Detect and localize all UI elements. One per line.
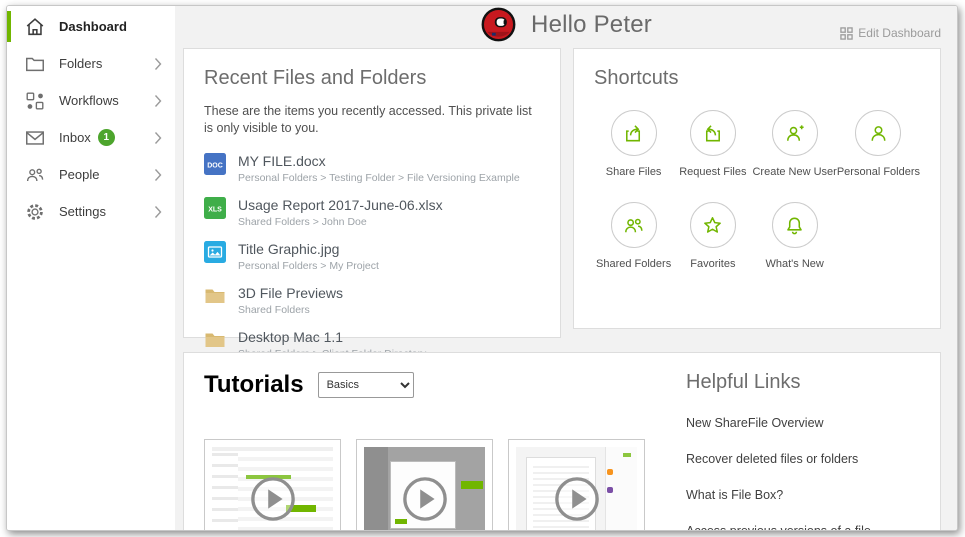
- shortcut-label: Favorites: [690, 258, 736, 270]
- shortcut-favorites[interactable]: Favorites: [673, 202, 752, 270]
- shortcut-personal-folders[interactable]: Personal Folders: [837, 110, 920, 178]
- sidebar-item-label: Inbox: [59, 130, 91, 145]
- workflow-icon: [24, 90, 46, 112]
- shortcuts-title: Shortcuts: [594, 67, 679, 89]
- user-avatar: [480, 6, 517, 43]
- chevron-right-icon: [154, 94, 163, 108]
- shortcut-shared-folders[interactable]: Shared Folders: [594, 202, 673, 270]
- helpful-link[interactable]: Access previous versions of a file: [686, 524, 920, 530]
- tutorials-panel: Tutorials Basics Helpful Links New Share…: [183, 352, 941, 530]
- xls-badge: XLS: [208, 206, 222, 213]
- tutorial-video-2[interactable]: 2:15: [356, 439, 493, 530]
- helpful-links-title: Helpful Links: [686, 371, 801, 393]
- xls-file-icon: XLS: [204, 196, 226, 219]
- recent-files-card: Recent Files and Folders These are the i…: [183, 48, 561, 360]
- shortcut-label: Shared Folders: [596, 258, 672, 270]
- play-icon[interactable]: [554, 476, 600, 522]
- folder-icon: [24, 53, 46, 75]
- file-path: Personal Folders > Testing Folder > File…: [238, 171, 520, 184]
- shortcut-label: Share Files: [605, 166, 662, 178]
- sidebar-item-label: Dashboard: [59, 19, 127, 34]
- sidebar-item-settings[interactable]: Settings: [7, 193, 175, 230]
- shortcut-label: Personal Folders: [836, 166, 920, 178]
- gear-icon: [24, 201, 46, 223]
- share-icon: [610, 110, 657, 156]
- bell-icon: [771, 202, 818, 248]
- shortcut-create-new-user[interactable]: Create New User: [752, 110, 837, 178]
- request-icon: [689, 110, 736, 156]
- shortcut-request-files[interactable]: Request Files: [673, 110, 752, 178]
- file-name[interactable]: Desktop Mac 1.1: [238, 329, 426, 345]
- folder-icon: [204, 329, 226, 351]
- people-icon: [24, 164, 46, 186]
- recent-file-row[interactable]: Title Graphic.jpg Personal Folders > My …: [204, 240, 540, 273]
- chevron-right-icon: [154, 57, 163, 71]
- file-name[interactable]: Title Graphic.jpg: [238, 241, 379, 257]
- star-icon: [689, 202, 736, 248]
- edit-dashboard-button[interactable]: Edit Dashboard: [840, 26, 941, 40]
- play-icon[interactable]: [250, 476, 296, 522]
- shortcut-whats-new[interactable]: What's New: [752, 202, 836, 270]
- shortcut-share-files[interactable]: Share Files: [594, 110, 673, 178]
- tutorial-video-1[interactable]: 2:24: [204, 439, 341, 530]
- recent-file-row[interactable]: XLS Usage Report 2017-June-06.xlsx Share…: [204, 196, 540, 228]
- shortcut-label: Create New User: [752, 166, 837, 178]
- chevron-right-icon: [154, 205, 163, 219]
- helpful-link[interactable]: New ShareFile Overview: [686, 416, 920, 430]
- user-plus-icon: [771, 110, 818, 156]
- tutorial-video-3[interactable]: 1:32: [508, 439, 645, 530]
- sidebar: Dashboard Folders Workflows Inbox 1 Peop…: [7, 6, 175, 530]
- recent-file-row[interactable]: DOC MY FILE.docx Personal Folders > Test…: [204, 152, 540, 184]
- sidebar-item-label: Settings: [59, 204, 106, 219]
- sidebar-item-inbox[interactable]: Inbox 1: [7, 119, 175, 156]
- play-icon[interactable]: [402, 476, 448, 522]
- envelope-icon: [24, 127, 46, 149]
- shortcuts-card: Shortcuts Share Files Request Files Crea…: [573, 48, 941, 329]
- sidebar-item-label: Workflows: [59, 93, 119, 108]
- file-path: Personal Folders > My Project: [238, 260, 379, 273]
- doc-file-icon: DOC: [204, 152, 226, 175]
- users-icon: [610, 202, 657, 248]
- user-icon: [855, 110, 902, 156]
- sidebar-item-dashboard[interactable]: Dashboard: [7, 8, 175, 45]
- app-window: Dashboard Folders Workflows Inbox 1 Peop…: [6, 5, 958, 531]
- shortcut-label: Request Files: [679, 166, 747, 178]
- tutorials-title: Tutorials: [204, 371, 304, 398]
- inbox-count-badge: 1: [97, 129, 115, 146]
- sidebar-item-label: Folders: [59, 56, 103, 71]
- sidebar-item-people[interactable]: People: [7, 156, 175, 193]
- recent-files-title: Recent Files and Folders: [204, 67, 427, 89]
- shortcut-label: What's New: [765, 258, 824, 270]
- file-name[interactable]: Usage Report 2017-June-06.xlsx: [238, 197, 443, 213]
- file-name[interactable]: 3D File Previews: [238, 285, 343, 301]
- chevron-right-icon: [154, 168, 163, 182]
- doc-badge: DOC: [207, 162, 223, 169]
- sidebar-item-workflows[interactable]: Workflows: [7, 82, 175, 119]
- helpful-links-section: Helpful Links New ShareFile Overview Rec…: [678, 371, 920, 530]
- main-content: Hello Peter Edit Dashboard Recent Files …: [175, 6, 957, 530]
- file-path: Shared Folders: [238, 304, 310, 317]
- greeting-text: Hello Peter: [531, 10, 652, 38]
- recent-folder-row[interactable]: 3D File Previews Shared Folders: [204, 285, 540, 316]
- sidebar-item-label: People: [59, 167, 100, 182]
- file-name[interactable]: MY FILE.docx: [238, 153, 520, 169]
- chevron-right-icon: [154, 131, 163, 145]
- helpful-link[interactable]: Recover deleted files or folders: [686, 452, 920, 466]
- image-file-icon: [204, 240, 226, 263]
- helpful-link[interactable]: What is File Box?: [686, 488, 920, 502]
- folder-icon: [204, 285, 226, 307]
- tutorials-category-select[interactable]: Basics: [317, 372, 414, 398]
- edit-dashboard-label: Edit Dashboard: [858, 26, 941, 40]
- file-path: Shared Folders > John Doe: [238, 215, 367, 228]
- sidebar-item-folders[interactable]: Folders: [7, 45, 175, 82]
- grid-icon: [840, 26, 854, 40]
- home-icon: [24, 16, 46, 38]
- dashboard-header: Hello Peter Edit Dashboard: [175, 6, 957, 43]
- recent-files-subtitle: These are the items you recently accesse…: [204, 104, 532, 135]
